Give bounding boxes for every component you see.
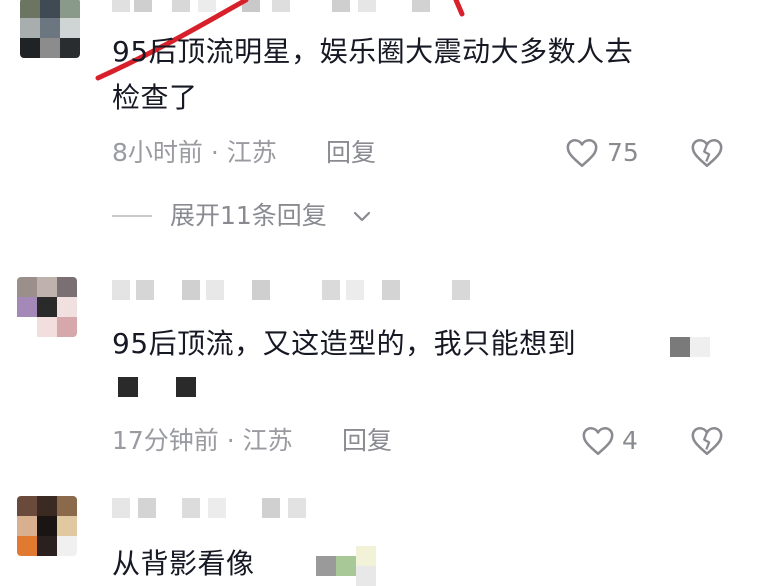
chevron-down-icon[interactable] [352,210,372,224]
redacted-mosaic [356,546,376,566]
redacted-mosaic [176,377,196,397]
reply-button[interactable]: 回复 [326,138,376,168]
redacted-mosaic [690,337,710,357]
comment-meta: 8小时前 · 江苏 [112,138,277,167]
redacted-mosaic [336,556,356,576]
comment-text: 95后顶流，又这造型的，我只能想到 [112,327,577,360]
like-count: 4 [622,426,638,455]
expand-replies-button[interactable]: 展开11条回复 [170,201,327,231]
comment-text-continued: 检查了 [112,81,198,114]
comment-text: 95后顶流明星，娱乐圈大震动大多数人去 [112,35,634,68]
username-mosaic[interactable] [112,280,492,302]
broken-heart-icon[interactable] [690,425,724,457]
heart-outline-icon[interactable] [565,137,599,169]
comment-meta: 17分钟前 · 江苏 [112,426,293,455]
reply-button[interactable]: 回复 [342,426,392,456]
redacted-mosaic [356,566,376,586]
like-count: 75 [607,138,639,167]
expand-divider [112,215,152,217]
comment-text: 从背影看像 [112,547,255,580]
avatar[interactable] [17,277,77,337]
broken-heart-icon[interactable] [690,137,724,169]
redacted-mosaic [316,556,336,576]
avatar[interactable] [17,496,77,556]
redacted-mosaic [118,377,138,397]
redacted-mosaic [670,337,690,357]
username-mosaic[interactable] [112,498,312,520]
heart-outline-icon[interactable] [581,425,615,457]
